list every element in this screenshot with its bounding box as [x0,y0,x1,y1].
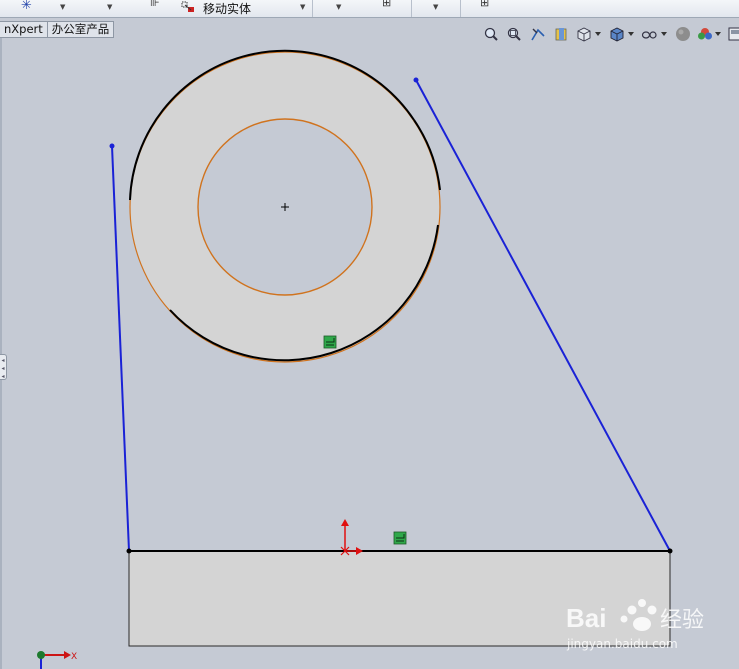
circle-center-mark[interactable] [281,203,289,211]
watermark-url: jingyan.baidu.com [566,637,678,651]
watermark-brand-suffix: 经验 [660,608,704,633]
baidu-watermark: Bai 经验 jingyan.baidu.com [566,599,704,651]
right-tangent-line[interactable] [415,79,671,552]
relation-marker-icon[interactable] [323,335,337,349]
watermark-brand: Bai [566,603,606,633]
left-line-endpoint[interactable] [109,143,115,149]
base-right-vertex[interactable] [667,548,673,554]
graphics-area[interactable]: X Bai 经验 jingyan.baidu.com [0,0,739,669]
base-left-vertex[interactable] [126,548,132,554]
reference-triad [37,651,71,669]
triad-x-label: X [71,652,77,662]
sketch-origin-icon [340,519,363,556]
relation-marker-icon[interactable] [393,531,407,545]
right-line-endpoint[interactable] [413,77,419,83]
left-tangent-line[interactable] [111,145,130,552]
